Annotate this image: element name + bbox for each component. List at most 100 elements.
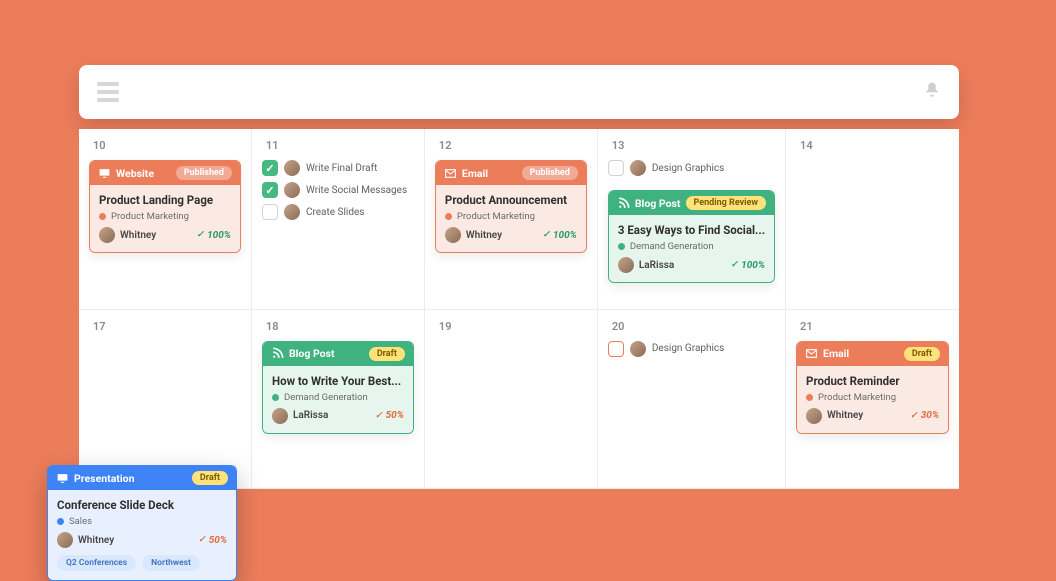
day-cell-14[interactable]: 14: [786, 129, 959, 310]
task-label: Design Graphics: [652, 163, 724, 174]
task-row[interactable]: Design Graphics: [608, 341, 775, 357]
bell-icon[interactable]: [923, 81, 941, 103]
status-badge: Published: [176, 166, 232, 180]
owner-label: LaRissa: [639, 260, 674, 271]
avatar: [630, 160, 646, 176]
top-bar: [79, 65, 959, 119]
checkbox-icon[interactable]: [262, 204, 278, 220]
checkbox-icon[interactable]: ✓: [262, 182, 278, 198]
owner-label: Whitney: [466, 230, 502, 241]
card-title: 3 Easy Ways to Find Social...: [618, 223, 765, 237]
day-cell-10[interactable]: 10 Website Published Product Landing Pag…: [79, 129, 252, 310]
task-label: Design Graphics: [652, 343, 724, 354]
card-type-label: Blog Post: [635, 197, 681, 210]
category-dot: [618, 243, 625, 250]
owner-label: Whitney: [78, 535, 114, 546]
day-cell-13[interactable]: 13 Design Graphics Blog PostPending Revi…: [598, 129, 786, 310]
avatar: [99, 227, 115, 243]
category-label: Product Marketing: [818, 392, 896, 403]
card-type-label: Email: [462, 167, 488, 180]
card-email-announce[interactable]: EmailPublished Product Announcement Prod…: [435, 160, 587, 253]
day-cell-19[interactable]: 19: [425, 310, 598, 490]
tag[interactable]: Northwest: [142, 555, 200, 571]
category-label: Demand Generation: [284, 392, 368, 403]
rss-icon: [617, 197, 630, 210]
day-cell-20[interactable]: 20 Design Graphics: [598, 310, 786, 490]
menu-icon[interactable]: [97, 82, 119, 102]
avatar: [284, 160, 300, 176]
envelope-icon: [805, 347, 818, 360]
card-title: Conference Slide Deck: [57, 498, 227, 512]
progress-badge: 50%: [198, 535, 227, 546]
avatar: [618, 257, 634, 273]
day-cell-12[interactable]: 12 EmailPublished Product Announcement P…: [425, 129, 598, 310]
avatar: [284, 182, 300, 198]
day-cell-11[interactable]: 11 ✓ Write Final Draft ✓ Write Social Mess…: [252, 129, 425, 310]
day-number: 18: [262, 320, 414, 333]
day-number: 21: [796, 320, 949, 333]
presentation-icon: [56, 472, 69, 485]
rss-icon: [271, 347, 284, 360]
category-label: Product Marketing: [457, 211, 535, 222]
avatar: [630, 341, 646, 357]
day-number: 20: [608, 320, 775, 333]
card-email-reminder[interactable]: EmailDraft Product Reminder Product Mark…: [796, 341, 949, 434]
card-title: Product Landing Page: [99, 193, 231, 207]
tag[interactable]: Q2 Conferences: [57, 555, 136, 571]
category-dot: [445, 213, 452, 220]
card-presentation[interactable]: PresentationDraft Conference Slide Deck …: [47, 465, 237, 581]
category-dot: [99, 213, 106, 220]
checkbox-icon[interactable]: [608, 160, 624, 176]
task-row[interactable]: ✓ Write Social Messages: [262, 182, 414, 198]
day-cell-21[interactable]: 21 EmailDraft Product Reminder Product M…: [786, 310, 959, 490]
owner-label: LaRissa: [293, 410, 328, 421]
card-blog-best[interactable]: Blog Post Draft How to Write Your Best...…: [262, 341, 414, 434]
task-row[interactable]: Create Slides: [262, 204, 414, 220]
day-number: 14: [796, 139, 949, 152]
progress-badge: 100%: [197, 230, 231, 241]
status-badge: Draft: [192, 471, 228, 485]
card-website[interactable]: Website Published Product Landing Page P…: [89, 160, 241, 253]
avatar: [806, 408, 822, 424]
avatar: [445, 227, 461, 243]
task-label: Create Slides: [306, 207, 365, 218]
card-type-label: Website: [116, 167, 154, 180]
card-title: Product Reminder: [806, 374, 939, 388]
category-dot: [57, 518, 64, 525]
category-label: Sales: [69, 516, 92, 527]
category-dot: [272, 394, 279, 401]
checkbox-icon[interactable]: [608, 341, 624, 357]
day-cell-18[interactable]: 18 Blog Post Draft How to Write Your Best…: [252, 310, 425, 490]
day-number: 13: [608, 139, 775, 152]
card-title: How to Write Your Best...: [272, 374, 404, 388]
checkbox-icon[interactable]: ✓: [262, 160, 278, 176]
progress-badge: 100%: [731, 260, 765, 271]
day-number: 11: [262, 139, 414, 152]
task-row[interactable]: ✓ Write Final Draft: [262, 160, 414, 176]
day-number: 10: [89, 139, 241, 152]
card-blog-social[interactable]: Blog PostPending Review 3 Easy Ways to F…: [608, 190, 775, 283]
avatar: [57, 532, 73, 548]
task-row[interactable]: Design Graphics: [608, 160, 775, 176]
status-badge: Draft: [369, 347, 405, 361]
category-dot: [806, 394, 813, 401]
card-type-label: Presentation: [74, 472, 134, 485]
status-badge: Published: [522, 166, 578, 180]
day-number: 19: [435, 320, 587, 333]
status-badge: Draft: [904, 347, 940, 361]
day-number: 17: [89, 320, 241, 333]
category-label: Demand Generation: [630, 241, 714, 252]
task-label: Write Social Messages: [306, 185, 407, 196]
day-number: 12: [435, 139, 587, 152]
card-header: Website Published: [90, 161, 240, 185]
monitor-icon: [98, 167, 111, 180]
task-label: Write Final Draft: [306, 163, 377, 174]
category-label: Product Marketing: [111, 211, 189, 222]
avatar: [272, 408, 288, 424]
progress-badge: 100%: [542, 230, 576, 241]
owner-label: Whitney: [120, 230, 156, 241]
owner-label: Whitney: [827, 410, 863, 421]
envelope-icon: [444, 167, 457, 180]
card-type-label: Blog Post: [289, 347, 335, 360]
calendar-grid: 10 Website Published Product Landing Pag…: [79, 129, 959, 489]
